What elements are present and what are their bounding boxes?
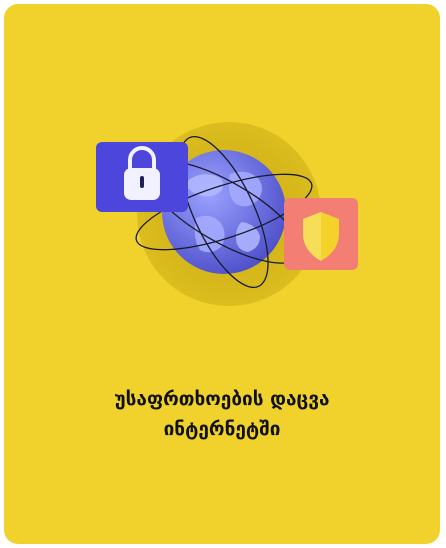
card-title-line-2: ინტერნეტში — [163, 418, 281, 440]
card-title: უსაფრთხოების დაცვა ინტერნეტში — [4, 384, 440, 444]
illustration-svg — [96, 122, 358, 306]
shield-badge — [284, 198, 358, 270]
card-title-line-1: უსაფრთხოების დაცვა — [114, 388, 330, 410]
lock-badge — [96, 142, 188, 212]
internet-security-illustration — [84, 114, 374, 324]
security-card[interactable]: უსაფრთხოების დაცვა ინტერნეტში — [4, 4, 440, 544]
